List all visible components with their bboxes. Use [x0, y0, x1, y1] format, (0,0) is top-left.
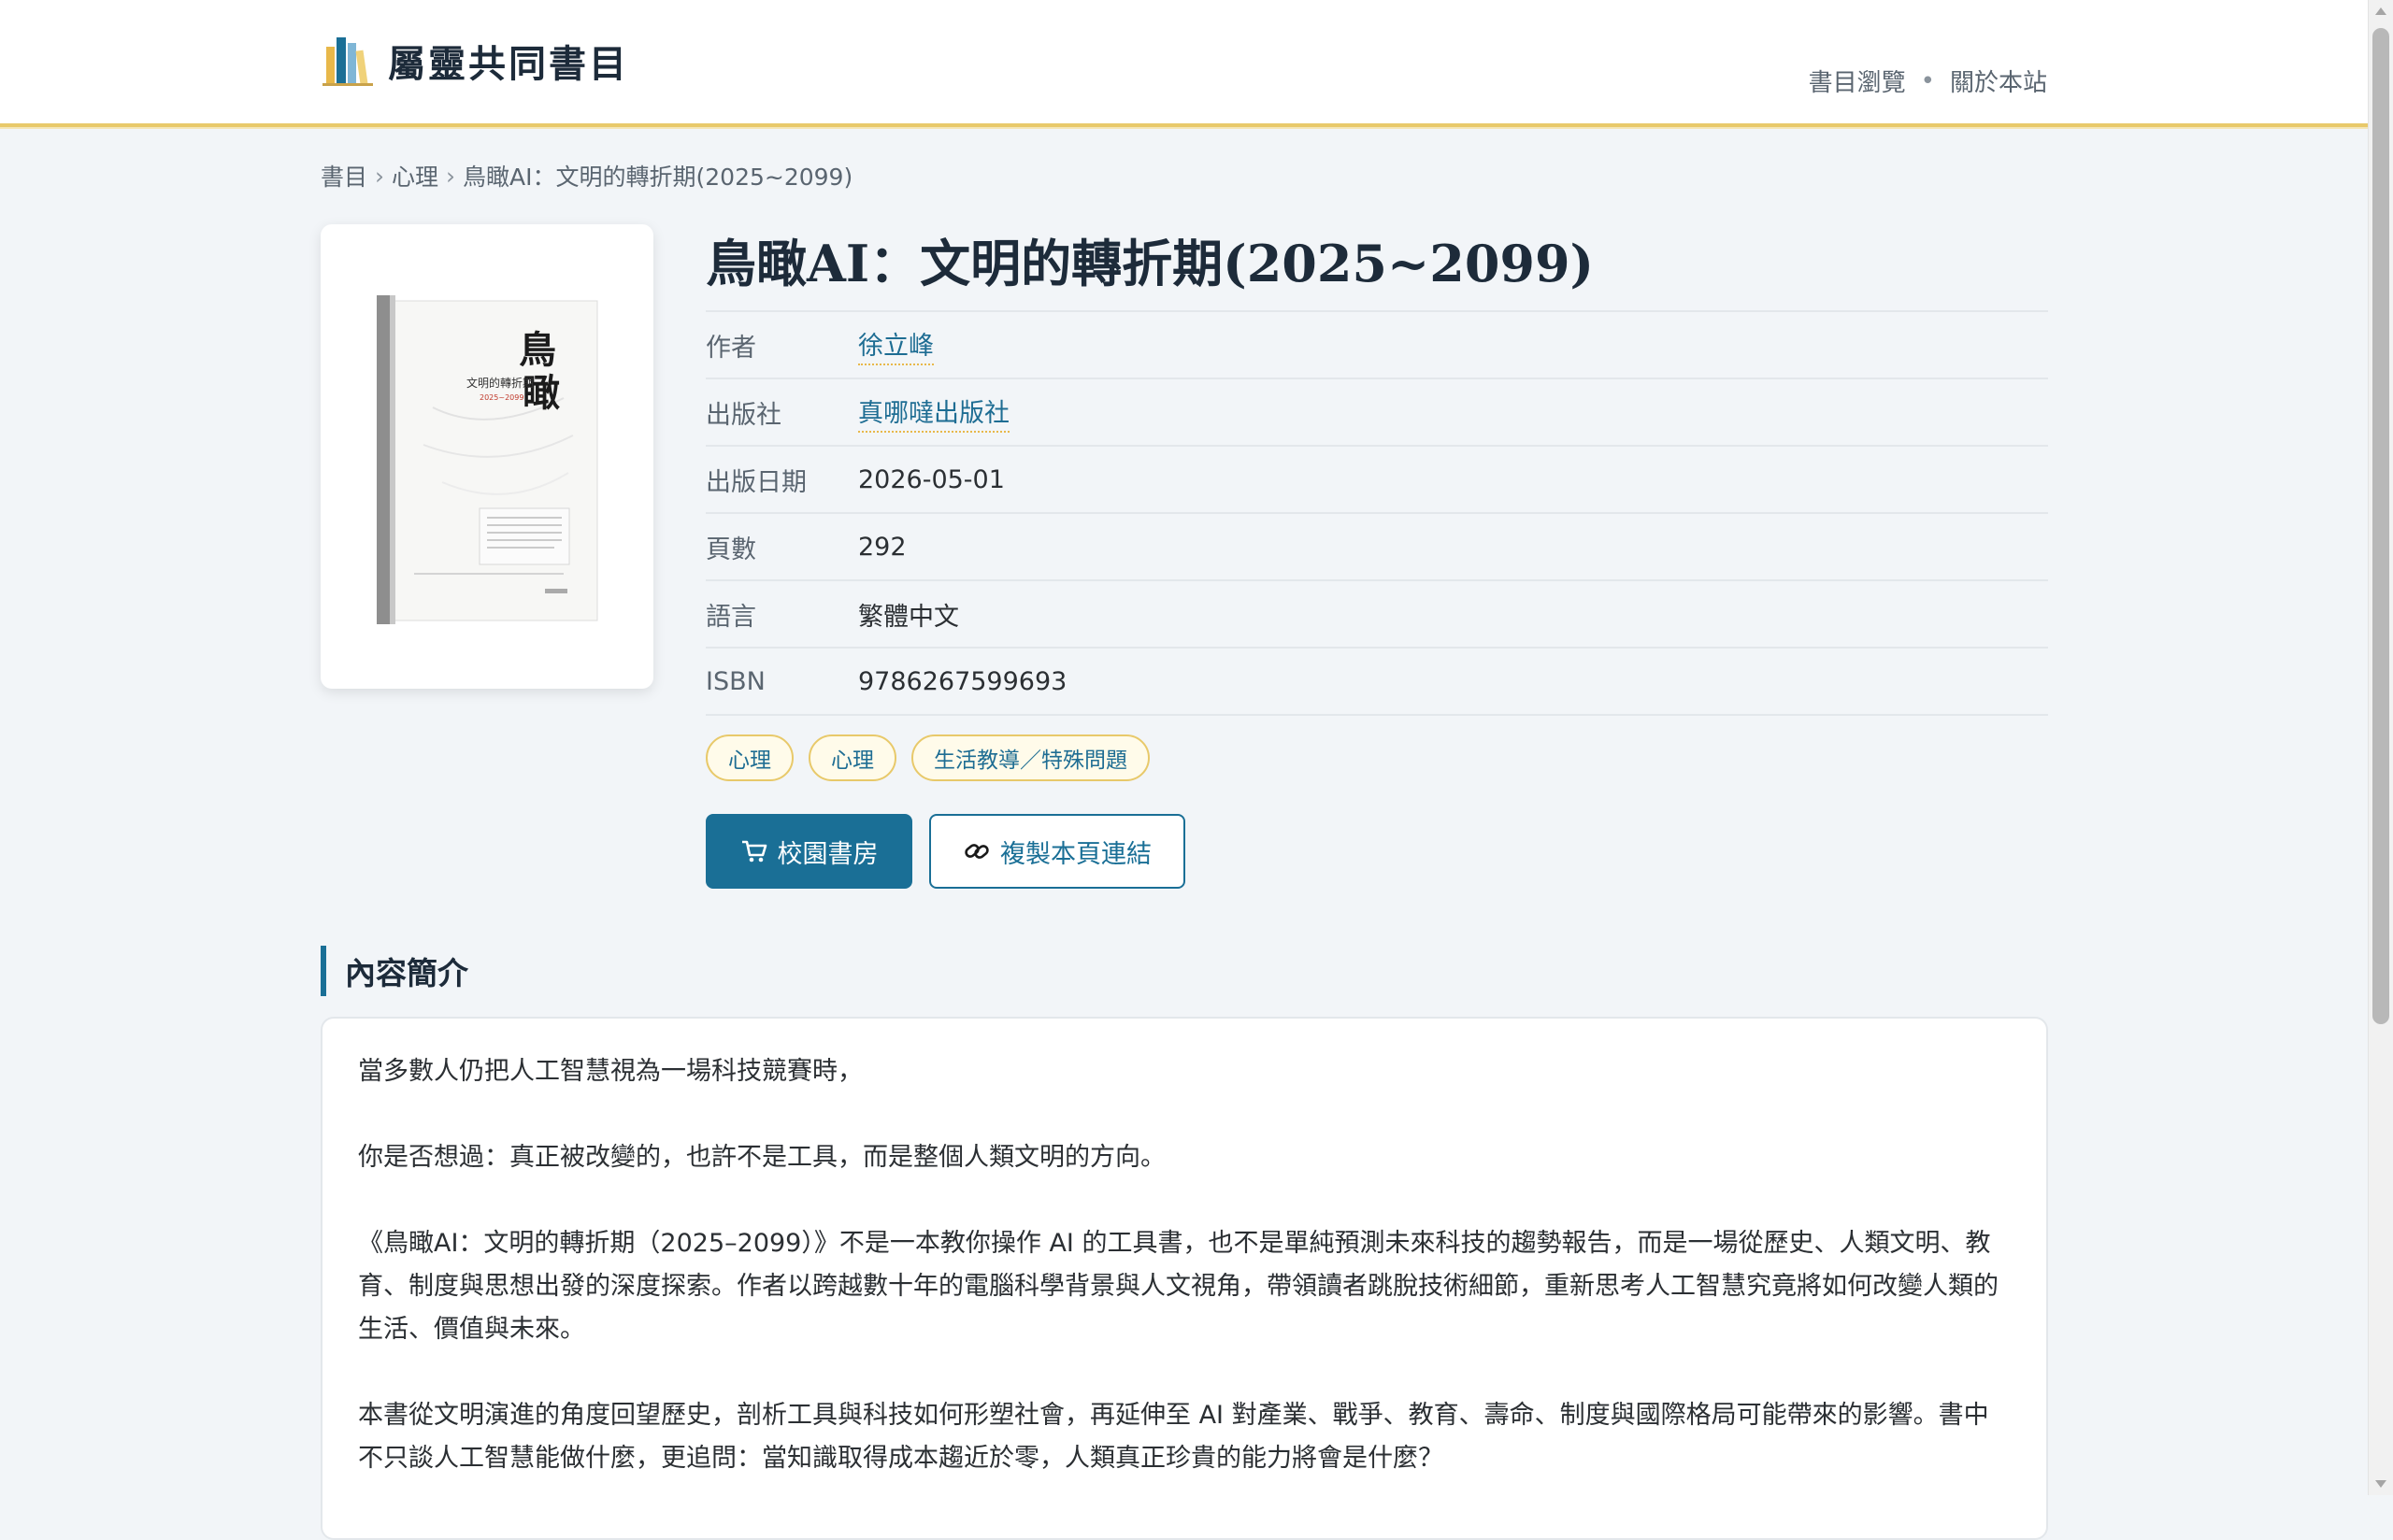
nav-separator: • [1920, 66, 1935, 95]
cart-icon [741, 840, 767, 863]
meta-row: 出版日期 2026-05-01 [706, 445, 2048, 512]
tag-chip[interactable]: 生活教導／特殊問題 [911, 734, 1150, 781]
description-heading: 內容簡介 [321, 946, 468, 996]
action-buttons: 校園書房 複製本頁連結 [706, 814, 1185, 889]
link-icon [965, 844, 989, 859]
tag-chip[interactable]: 心理 [809, 734, 896, 781]
breadcrumb: 書目 › 心理 › 鳥瞰AI：文明的轉折期(2025~2099) [321, 159, 853, 192]
meta-value: 292 [858, 532, 907, 562]
description-paragraph: 當多數人仍把人工智慧視為一場科技競賽時， [358, 1057, 863, 1086]
meta-row: 語言 繁體中文 [706, 579, 2048, 647]
meta-value: 2026-05-01 [858, 464, 1005, 494]
scroll-up-icon[interactable] [2375, 7, 2386, 15]
meta-row: 頁數 292 [706, 512, 2048, 579]
campus-bookstore-label: 校園書房 [777, 839, 879, 869]
cover-subtitle: 文明的轉折期 [466, 376, 534, 390]
meta-label: 作者 [706, 333, 756, 363]
meta-value: 9786267599693 [858, 666, 1068, 696]
meta-value: 繁體中文 [858, 602, 959, 632]
cover-years: 2025~2099 [480, 393, 523, 402]
site-title: 屬靈共同書目 [388, 42, 629, 86]
meta-row: 作者 徐立峰 [706, 310, 2048, 378]
tag-list: 心理 心理 生活教導／特殊問題 [706, 734, 1165, 781]
books-logo-icon [322, 37, 373, 86]
description-card: 當多數人仍把人工智慧視為一場科技競賽時， 你是否想過：真正被改變的，也許不是工具，… [321, 1017, 2048, 1540]
meta-value-link[interactable]: 真哪噠出版社 [858, 392, 1010, 433]
top-nav: 書目瀏覽 • 關於本站 [1809, 64, 2047, 98]
copy-link-label: 複製本頁連結 [1000, 839, 1152, 869]
breadcrumb-arrow-icon: › [446, 162, 456, 190]
nav-about-link[interactable]: 關於本站 [1950, 64, 2047, 98]
meta-value-link[interactable]: 徐立峰 [858, 325, 934, 365]
description-paragraph: 你是否想過：真正被改變的，也許不是工具，而是整個人類文明的方向。 [358, 1143, 1166, 1172]
book-meta-table: 作者 徐立峰出版社 真哪噠出版社出版日期 2026-05-01 頁數 292 語言 繁體中文 I… [706, 310, 2048, 716]
page-scrollbar[interactable] [2368, 0, 2393, 1495]
nav-browse-link[interactable]: 書目瀏覽 [1809, 64, 1906, 98]
meta-row: ISBN 9786267599693 [706, 647, 2048, 716]
meta-label: 出版社 [706, 400, 781, 430]
site-header: 屬靈共同書目 書目瀏覽 • 關於本站 [0, 0, 2369, 127]
copy-link-button[interactable]: 複製本頁連結 [929, 814, 1185, 889]
scrollbar-thumb[interactable] [2372, 28, 2389, 1024]
campus-bookstore-button[interactable]: 校園書房 [706, 814, 912, 889]
description-heading-text: 內容簡介 [345, 955, 468, 991]
book-cover-card: 鳥 瞰 文明的轉折期 2025~2099 [321, 224, 653, 689]
meta-label: 出版日期 [706, 467, 807, 497]
brand[interactable]: 屬靈共同書目 [321, 34, 629, 88]
description-paragraph: 本書從文明演進的角度回望歷史，剖析工具與科技如何形塑社會，再延伸至 AI 對產業… [358, 1401, 1989, 1473]
tag-chip[interactable]: 心理 [706, 734, 794, 781]
book-cover-image: 鳥 瞰 文明的轉折期 2025~2099 [377, 295, 598, 624]
breadcrumb-category[interactable]: 心理 [392, 159, 438, 192]
breadcrumb-arrow-icon: › [375, 162, 385, 190]
description-paragraph: 《鳥瞰AI：文明的轉折期（2025–2099）》不是一本教你操作 AI 的工具書… [358, 1229, 1999, 1344]
meta-label: ISBN [706, 666, 766, 696]
meta-label: 語言 [706, 602, 756, 632]
meta-label: 頁數 [706, 535, 756, 564]
meta-row: 出版社 真哪噠出版社 [706, 378, 2048, 445]
scroll-down-icon[interactable] [2375, 1480, 2386, 1488]
breadcrumb-root[interactable]: 書目 [321, 159, 367, 192]
book-title: 鳥瞰AI：文明的轉折期(2025~2099) [706, 234, 1595, 293]
breadcrumb-current: 鳥瞰AI：文明的轉折期(2025~2099) [463, 164, 853, 191]
cover-char-1: 鳥 [519, 328, 556, 372]
